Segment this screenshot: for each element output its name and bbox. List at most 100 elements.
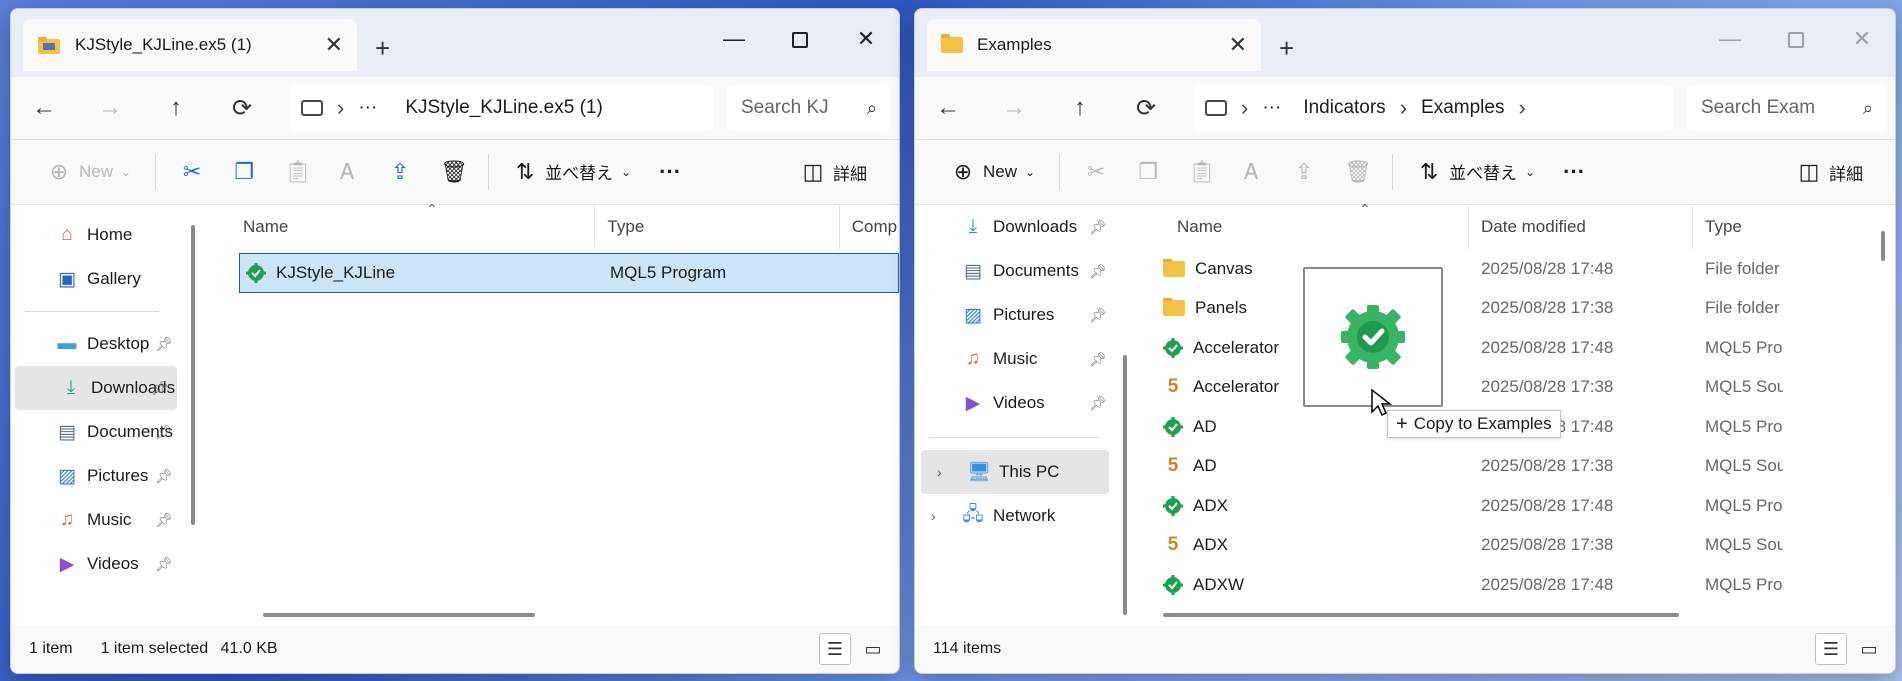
column-type[interactable]: Type	[1693, 205, 1783, 249]
delete-button[interactable]: 🗑︎	[426, 152, 478, 192]
nav-item-desktop[interactable]: ▬ Desktop 📌︎	[11, 322, 181, 366]
tiles-view-icon[interactable]: ▭	[857, 633, 889, 665]
tab-active[interactable]: KJStyle_KJLine.ex5 (1) ✕	[23, 19, 357, 71]
rename-button[interactable]: Ꭺ	[322, 152, 374, 192]
details-view-icon[interactable]: ☰	[819, 633, 851, 665]
file-row[interactable]: Panels 2025/08/28 17:38 File folder	[1137, 289, 1895, 329]
copy-button[interactable]: ❐	[218, 152, 270, 192]
new-button[interactable]: ⊕ New ⌄	[937, 152, 1049, 192]
share-button[interactable]: ⇪	[374, 152, 426, 192]
delete-button[interactable]: 🗑︎	[1330, 152, 1382, 192]
nav-label: Music	[87, 510, 132, 529]
nav-scrollbar[interactable]	[1123, 355, 1127, 615]
file-row[interactable]: Canvas 2025/08/28 17:48 File folder	[1137, 249, 1895, 289]
refresh-icon[interactable]: ⟳	[209, 94, 275, 123]
minimize-icon[interactable]: —	[701, 21, 767, 57]
breadcrumb-item[interactable]: Indicators	[1303, 97, 1385, 119]
nav-label: Home	[87, 225, 133, 244]
new-button[interactable]: ⊕ New ⌄	[33, 152, 145, 192]
nav-scrollbar[interactable]	[191, 225, 195, 525]
nav-item-network[interactable]: › 🖧 Network	[915, 494, 1115, 538]
nav-item-pictures[interactable]: ▨ Pictures 📌︎	[915, 293, 1115, 337]
search-input[interactable]: Search Exam ⌕	[1687, 85, 1887, 131]
copy-button[interactable]: ❐	[1122, 152, 1174, 192]
up-icon[interactable]: ↑	[143, 94, 209, 122]
cut-button[interactable]: ✂	[1070, 152, 1122, 192]
rename-button[interactable]: Ꭺ	[1226, 152, 1278, 192]
nav-item-downloads[interactable]: ⤓ Downloads 📌︎	[915, 205, 1115, 249]
nav-item-downloads[interactable]: ⤓ Downloads 📌︎	[15, 366, 177, 410]
back-icon[interactable]: ←	[915, 94, 981, 122]
sort-button[interactable]: ⇅ 並べ替え ⌄	[1403, 152, 1549, 192]
new-label: New	[79, 161, 114, 181]
breadcrumb[interactable]: › ··· KJStyle_KJLine.ex5 (1)	[289, 85, 714, 131]
horizontal-scrollbar[interactable]	[1163, 613, 1679, 617]
column-compressed[interactable]: Comp	[840, 205, 899, 249]
file-row[interactable]: ADX 2025/08/28 17:48 MQL5 Prog	[1137, 486, 1895, 526]
nav-item-this-pc[interactable]: › 🖥︎ This PC	[921, 450, 1109, 494]
close-tab-icon[interactable]: ✕	[1229, 32, 1247, 58]
more-options-button[interactable]: ···	[1549, 152, 1599, 192]
cut-button[interactable]: ✂	[166, 152, 218, 192]
close-tab-icon[interactable]: ✕	[325, 32, 343, 58]
paste-button[interactable]: 📋︎	[270, 152, 322, 192]
breadcrumb-item[interactable]: KJStyle_KJLine.ex5 (1)	[405, 97, 603, 119]
nav-item-music[interactable]: ♫ Music 📌︎	[915, 337, 1115, 381]
vertical-scrollbar[interactable]	[1881, 231, 1885, 261]
tiles-view-icon[interactable]: ▭	[1853, 633, 1885, 665]
nav-item-videos[interactable]: ▶ Videos 📌︎	[915, 381, 1115, 425]
file-row[interactable]: 5 Accelerator 2025/08/28 17:38 MQL5 Sour	[1137, 368, 1895, 408]
nav-item-music[interactable]: ♫ Music 📌︎	[11, 498, 181, 542]
nav-item-documents[interactable]: ▤ Documents 📌︎	[915, 249, 1115, 293]
new-tab-icon[interactable]: +	[1279, 33, 1294, 64]
forward-icon[interactable]: →	[981, 94, 1047, 122]
file-row[interactable]: 5 ADX 2025/08/28 17:38 MQL5 Sour	[1137, 526, 1895, 566]
horizontal-scrollbar[interactable]	[263, 613, 535, 617]
gear-check-icon	[1163, 574, 1183, 595]
more-options-button[interactable]: ···	[645, 152, 695, 192]
close-window-icon[interactable]: ✕	[1829, 21, 1895, 57]
up-icon[interactable]: ↑	[1047, 94, 1113, 122]
video-icon: ▶	[965, 392, 981, 414]
chevron-right-icon[interactable]: ›	[931, 508, 936, 524]
file-row[interactable]: Accelerator 2025/08/28 17:48 MQL5 Prog	[1137, 328, 1895, 368]
minimize-icon[interactable]: —	[1697, 21, 1763, 57]
chevron-right-icon[interactable]: ›	[937, 464, 942, 480]
nav-item-pictures[interactable]: ▨ Pictures 📌︎	[11, 454, 181, 498]
nav-item-documents[interactable]: ▤ Documents 📌︎	[11, 410, 181, 454]
maximize-icon[interactable]	[767, 21, 833, 57]
tab-active[interactable]: Examples ✕	[927, 19, 1261, 71]
file-row[interactable]: ADXW 2025/08/28 17:48 MQL5 Prog	[1137, 565, 1895, 605]
details-pane-icon: ◫	[1798, 159, 1820, 184]
back-icon[interactable]: ←	[11, 94, 77, 122]
refresh-icon[interactable]: ⟳	[1113, 94, 1179, 123]
column-name[interactable]: Name	[231, 205, 596, 249]
nav-item-gallery[interactable]: ▣ Gallery	[11, 257, 181, 301]
details-pane-button[interactable]: ◫ 詳細	[787, 152, 881, 192]
forward-icon[interactable]: →	[77, 94, 143, 122]
nav-label: Documents	[993, 261, 1079, 280]
chevron-right-icon: ›	[1518, 95, 1526, 120]
breadcrumb-item[interactable]: Examples	[1421, 97, 1504, 119]
nav-item-videos[interactable]: ▶ Videos 📌︎	[11, 542, 181, 586]
paste-button[interactable]: 📋︎	[1174, 152, 1226, 192]
file-row[interactable]: KJStyle_KJLine MQL5 Program	[239, 253, 899, 293]
file-row[interactable]: 5 AD 2025/08/28 17:38 MQL5 Sour	[1137, 447, 1895, 487]
new-tab-icon[interactable]: +	[375, 33, 390, 64]
column-label: Name	[243, 217, 289, 236]
details-pane-button[interactable]: ◫ 詳細	[1783, 152, 1877, 192]
column-name[interactable]: Name	[1137, 205, 1469, 249]
close-window-icon[interactable]: ✕	[833, 21, 899, 57]
sort-button[interactable]: ⇅ 並べ替え ⌄	[499, 152, 645, 192]
ellipsis-crumb[interactable]: ···	[358, 97, 377, 119]
breadcrumb[interactable]: › ··· Indicators › Examples ›	[1193, 85, 1673, 131]
column-type[interactable]: Type	[595, 205, 840, 249]
share-button[interactable]: ⇪	[1278, 152, 1330, 192]
details-view-icon[interactable]: ☰	[1815, 633, 1847, 665]
maximize-icon[interactable]	[1763, 21, 1829, 57]
column-date-modified[interactable]: Date modified	[1469, 205, 1693, 249]
date-cell: 2025/08/28 17:48	[1469, 259, 1693, 279]
ellipsis-crumb[interactable]: ···	[1262, 97, 1281, 119]
search-input[interactable]: Search KJ ⌕	[727, 85, 891, 131]
nav-item-home[interactable]: ⌂ Home	[11, 213, 181, 257]
